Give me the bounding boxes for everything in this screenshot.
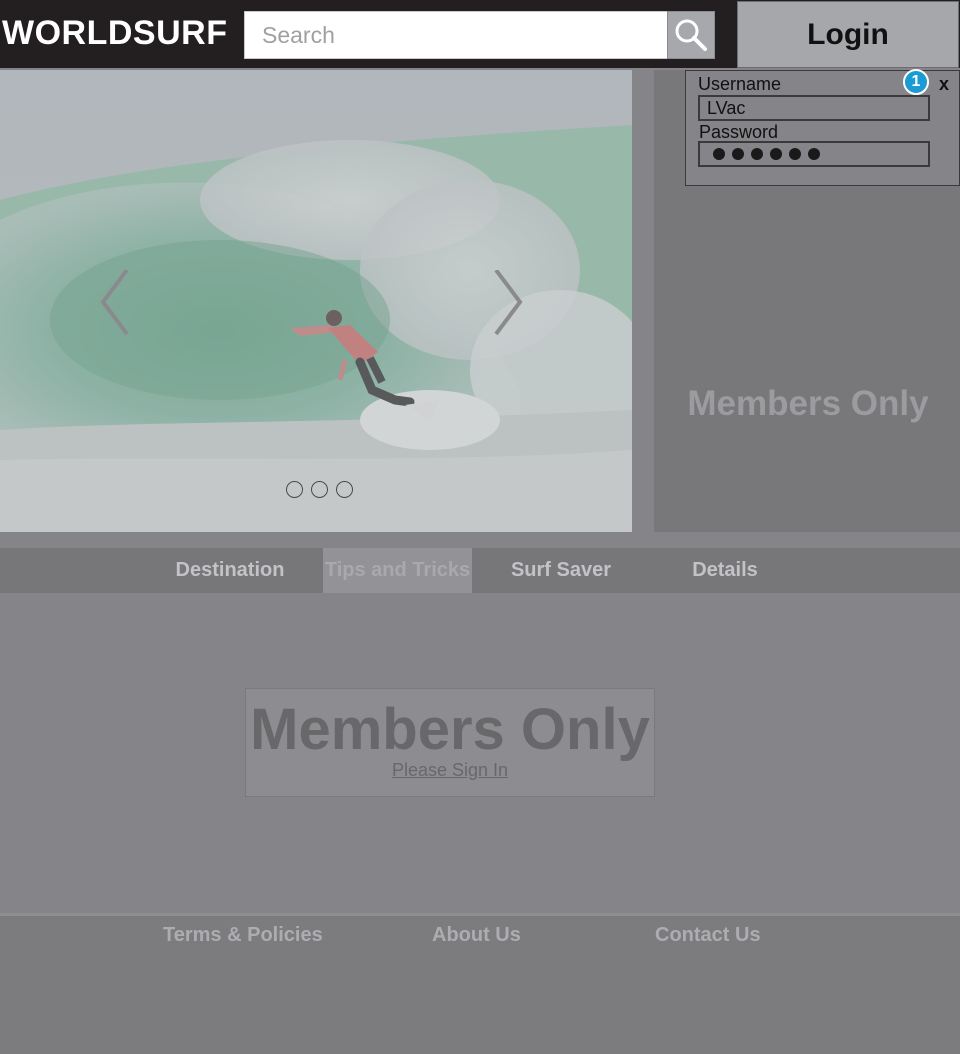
search-input[interactable] (244, 11, 668, 59)
password-dot (732, 148, 744, 160)
password-label: Password (699, 122, 779, 142)
chevron-right-icon[interactable] (486, 270, 526, 342)
surf-photo (0, 70, 632, 532)
password-dot (751, 148, 763, 160)
tab-details[interactable]: Details (660, 548, 790, 593)
carousel-dot[interactable] (311, 481, 328, 498)
carousel-dot[interactable] (286, 481, 303, 498)
carousel-dot[interactable] (336, 481, 353, 498)
hero-carousel (0, 70, 632, 532)
username-label: Username (698, 74, 782, 94)
footer-link-contact[interactable]: Contact Us (655, 924, 761, 947)
password-dot (713, 148, 725, 160)
footer-link-terms[interactable]: Terms & Policies (163, 924, 323, 947)
chevron-left-icon[interactable] (97, 270, 137, 342)
password-dot (770, 148, 782, 160)
search-button[interactable] (667, 11, 715, 59)
side-members-label: Members Only (687, 384, 929, 423)
carousel-indicators (286, 481, 353, 498)
members-only-title: Members Only (250, 697, 650, 762)
notification-badge: 1 (903, 69, 929, 95)
tab-destination[interactable]: Destination (160, 548, 300, 593)
site-logo[interactable]: WORLDSURF (2, 14, 227, 53)
search-icon (675, 19, 707, 51)
password-dot (789, 148, 801, 160)
tab-tips-and-tricks[interactable]: Tips and Tricks (323, 548, 472, 593)
close-icon[interactable]: x (939, 74, 949, 95)
password-mask (707, 148, 820, 160)
tab-surf-saver[interactable]: Surf Saver (490, 548, 632, 593)
login-button[interactable]: Login (737, 1, 959, 68)
sign-in-link[interactable]: Please Sign In (245, 760, 655, 781)
username-field[interactable]: LVac (698, 95, 930, 121)
tabs-bar (0, 548, 960, 593)
footer-link-about[interactable]: About Us (432, 924, 521, 947)
password-dot (808, 148, 820, 160)
password-field[interactable] (698, 141, 930, 167)
